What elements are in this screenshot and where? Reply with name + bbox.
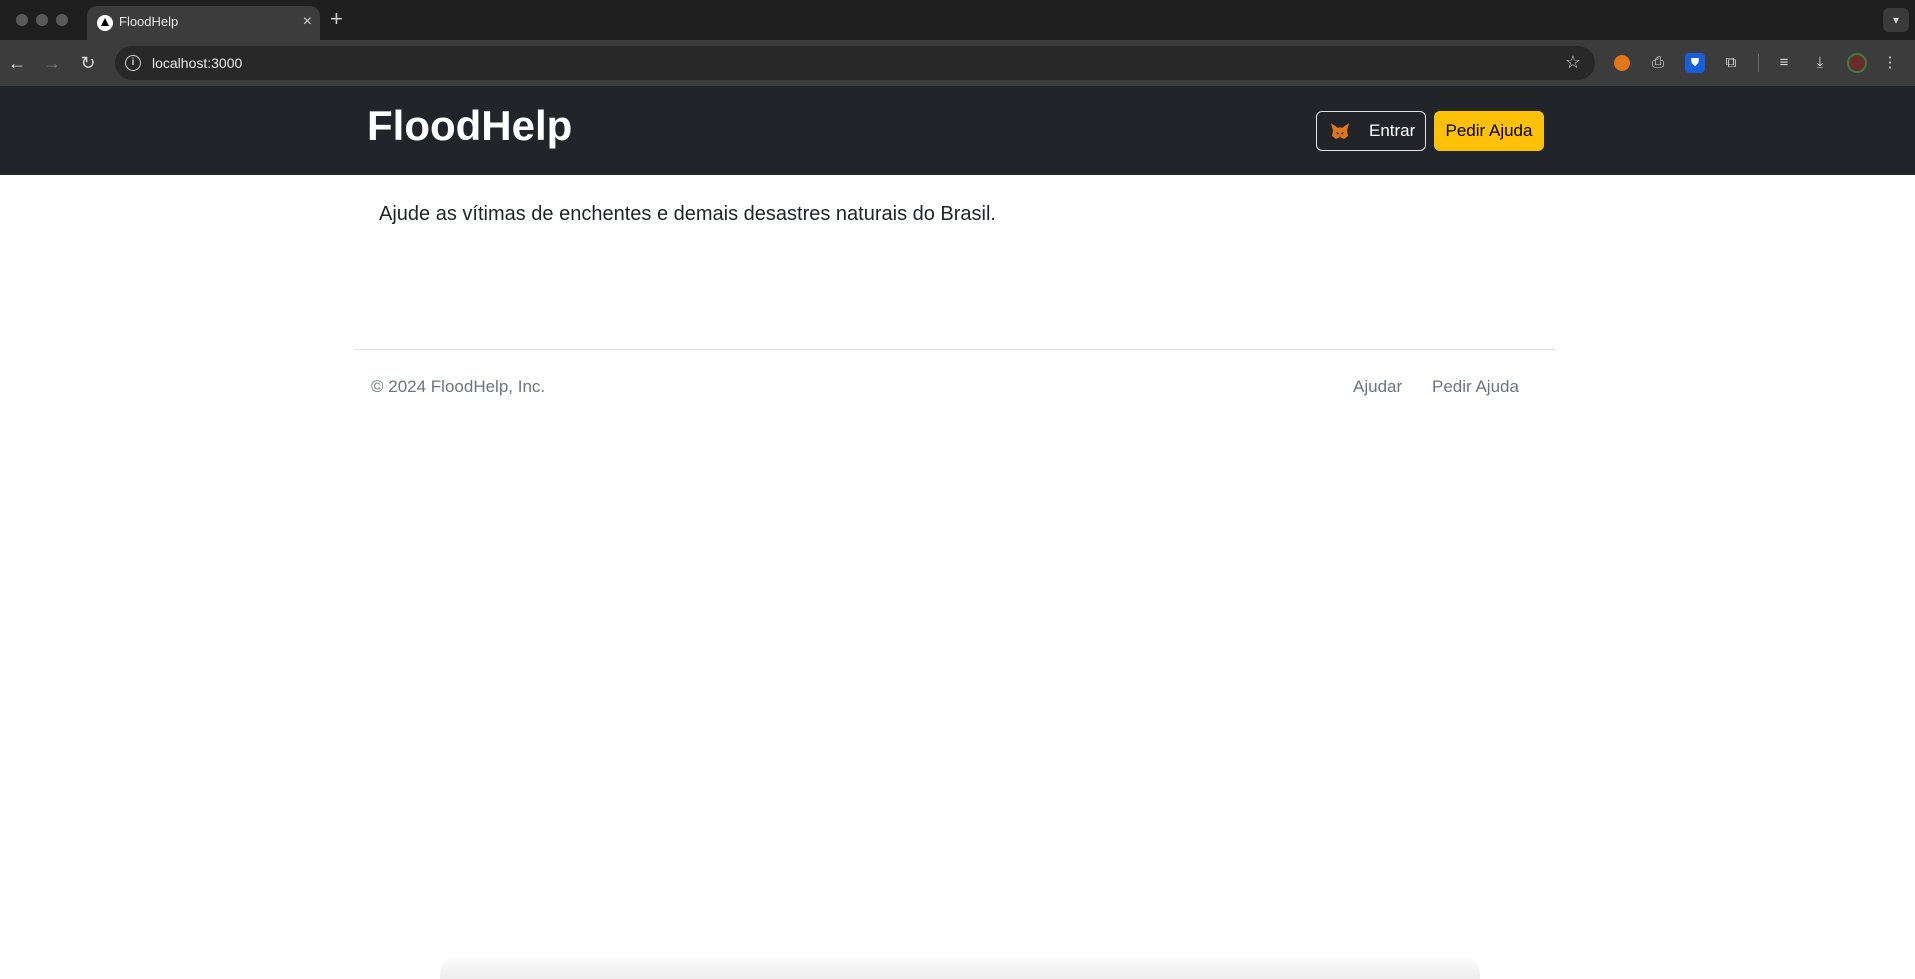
toolbar-separator	[1758, 54, 1759, 72]
site-brand[interactable]: FloodHelp	[367, 102, 572, 150]
browser-tabstrip: FloodHelp × + ▾	[0, 0, 1915, 40]
new-tab-button[interactable]: +	[330, 8, 343, 30]
reload-icon[interactable]: ↻	[75, 50, 101, 76]
profile-avatar[interactable]	[1847, 53, 1867, 73]
tab-title: FloodHelp	[119, 14, 179, 29]
request-help-button[interactable]: Pedir Ajuda	[1434, 111, 1544, 151]
bitwarden-shield-icon[interactable]: ⛊	[1685, 53, 1705, 73]
metamask-fox-icon[interactable]	[1614, 55, 1630, 71]
forward-arrow-icon[interactable]: →	[39, 50, 65, 76]
window-close-dot[interactable]	[16, 14, 28, 26]
tab-close-icon[interactable]: ×	[303, 12, 312, 32]
star-icon[interactable]: ☆	[1565, 52, 1581, 73]
back-arrow-icon[interactable]: ←	[4, 50, 30, 76]
bottom-shadow	[440, 955, 1480, 979]
info-icon[interactable]: i	[125, 55, 141, 71]
more-menu-icon[interactable]: ⋮	[1880, 53, 1900, 73]
site-navbar: FloodHelp Entrar Pedir Ajuda	[0, 86, 1915, 175]
lead-text: Ajude as vítimas de enchentes e demais d…	[379, 203, 996, 225]
login-button-label: Entrar	[1369, 121, 1416, 140]
footer-copyright: © 2024 FloodHelp, Inc.	[371, 377, 546, 396]
tab-favicon-icon	[97, 15, 113, 31]
reading-list-icon[interactable]: ≡	[1774, 53, 1794, 73]
address-url[interactable]: localhost:3000	[152, 55, 242, 71]
tab-search-chevron-icon[interactable]: ▾	[1883, 8, 1909, 32]
footer-link-help[interactable]: Ajudar	[1353, 377, 1402, 397]
address-bar[interactable]: i localhost:3000 ☆	[115, 46, 1595, 80]
footer-divider	[354, 349, 1555, 350]
login-button[interactable]: Entrar	[1316, 111, 1426, 151]
browser-toolbar: ← → ↻ i localhost:3000 ☆ ⎙ ⛊ ⧉ ≡ ⤓ ⋮	[0, 40, 1915, 86]
browser-tab-active[interactable]: FloodHelp ×	[87, 6, 320, 40]
extensions-puzzle-icon[interactable]: ⧉	[1721, 53, 1741, 73]
metamask-fox-icon	[1331, 123, 1349, 139]
download-icon[interactable]: ⤓	[1810, 53, 1830, 73]
window-minimize-dot[interactable]	[36, 14, 48, 26]
window-maximize-dot[interactable]	[56, 14, 68, 26]
footer-link-request-help[interactable]: Pedir Ajuda	[1432, 377, 1519, 397]
printer-icon[interactable]: ⎙	[1648, 53, 1668, 73]
